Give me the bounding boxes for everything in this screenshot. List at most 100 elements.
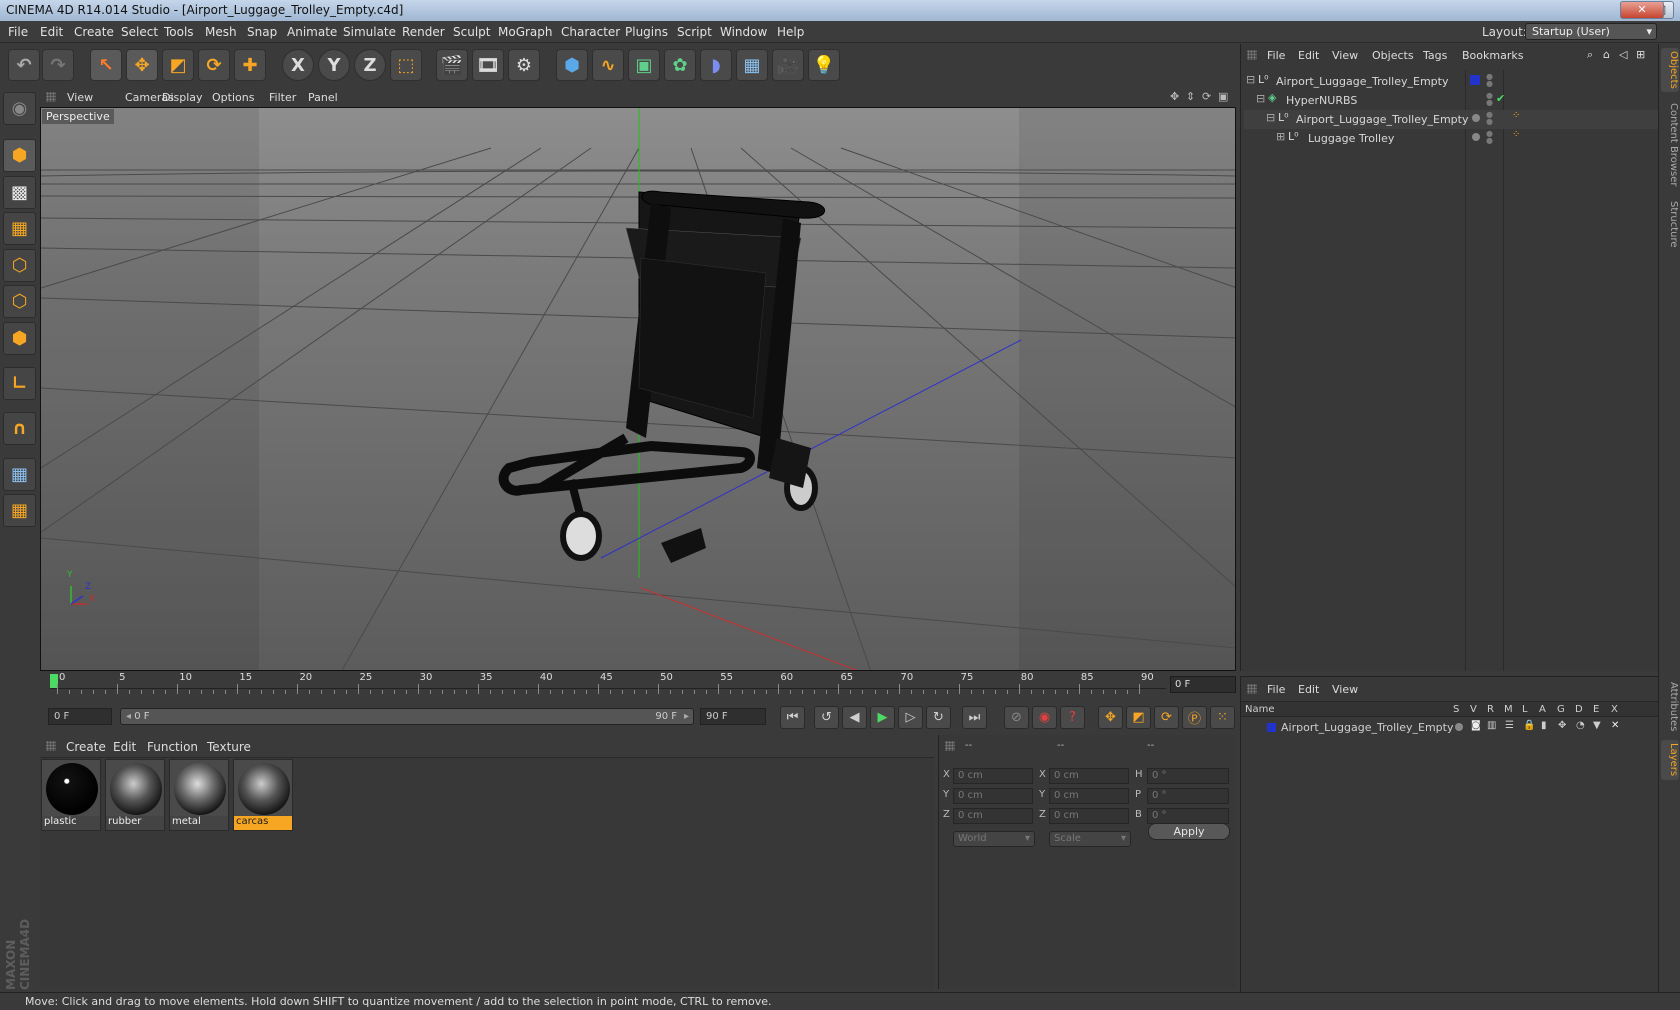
prev-frame-icon[interactable]: ◀ — [842, 706, 867, 729]
back-icon[interactable]: ◁ — [1619, 48, 1627, 61]
spline-icon[interactable]: ∿ — [592, 49, 624, 81]
texture-mode-icon[interactable]: ▩ — [3, 176, 36, 209]
layers-menu-file[interactable]: File — [1267, 683, 1285, 696]
column-animation[interactable]: A — [1539, 704, 1546, 715]
column-xref[interactable]: X — [1611, 704, 1618, 715]
render-toggle-icon[interactable]: ▥ — [1487, 720, 1496, 731]
light-icon[interactable]: 💡 — [808, 49, 840, 81]
menu-help[interactable]: Help — [777, 25, 804, 39]
next-frame-icon[interactable]: ▷ — [898, 706, 923, 729]
position-y-field[interactable]: 0 cm — [953, 788, 1033, 804]
column-expressions[interactable]: E — [1593, 704, 1599, 715]
menu-character[interactable]: Character — [561, 25, 620, 39]
material-menu-create[interactable]: Create — [66, 740, 106, 754]
axis-icon[interactable]: ∟ — [3, 367, 36, 400]
object-row-luggage-trolley[interactable]: ⊞ L⁰ Luggage Trolley ● ● ⁘ — [1244, 129, 1658, 148]
menu-render[interactable]: Render — [402, 25, 445, 39]
column-generators[interactable]: G — [1557, 704, 1565, 715]
camera-icon[interactable]: 🎥 — [772, 49, 804, 81]
column-deformers[interactable]: D — [1575, 704, 1583, 715]
viewport-zoom-icon[interactable]: ⇕ — [1186, 90, 1195, 103]
menu-select[interactable]: Select — [121, 25, 158, 39]
key-pla-icon[interactable]: ⁙ — [1210, 706, 1235, 729]
column-locked[interactable]: L — [1522, 704, 1528, 715]
menu-animate[interactable]: Animate — [287, 25, 337, 39]
viewport-move-icon[interactable]: ✥ — [1170, 90, 1179, 103]
objects-menu-objects[interactable]: Objects — [1372, 49, 1414, 62]
collapse-icon[interactable]: ⊟ — [1266, 111, 1275, 124]
snap-lock-icon[interactable]: ▦ — [3, 458, 36, 491]
column-manager[interactable]: M — [1504, 704, 1513, 715]
layout-dropdown[interactable]: Startup (User) ▾ — [1525, 23, 1657, 40]
viewport-menu-view[interactable]: View — [67, 91, 93, 104]
collapse-icon[interactable]: ⊟ — [1256, 92, 1265, 105]
layers-menu-edit[interactable]: Edit — [1298, 683, 1319, 696]
close-button[interactable]: ✕ — [1620, 1, 1664, 19]
material-tag-icon[interactable]: ⁘ — [1512, 129, 1520, 140]
tab-structure[interactable]: Structure — [1661, 196, 1679, 252]
solo-toggle-icon[interactable] — [1455, 723, 1463, 731]
viewport-menu-options[interactable]: Options — [212, 91, 254, 104]
expand-icon[interactable]: ⊞ — [1276, 130, 1285, 143]
render-view-icon[interactable]: 🎬 — [436, 49, 468, 81]
objects-menu-file[interactable]: File — [1267, 49, 1285, 62]
make-editable-icon[interactable]: ◉ — [3, 92, 36, 125]
current-frame-field[interactable]: 0 F — [1170, 676, 1236, 693]
menu-create[interactable]: Create — [74, 25, 114, 39]
visibility-dots[interactable]: ● ● — [1486, 130, 1493, 145]
objects-menu-tags[interactable]: Tags — [1423, 49, 1447, 62]
position-z-field[interactable]: 0 cm — [953, 808, 1033, 824]
rotation-b-field[interactable]: 0 ° — [1147, 808, 1229, 824]
keyframe-help-icon[interactable]: ? — [1060, 706, 1085, 729]
size-z-field[interactable]: 0 cm — [1049, 808, 1129, 824]
x-axis-icon[interactable]: X — [282, 49, 314, 81]
z-axis-icon[interactable]: Z — [354, 49, 386, 81]
expression-toggle-icon[interactable]: ▼ — [1593, 720, 1601, 731]
column-solo[interactable]: S — [1453, 704, 1459, 715]
model-mode-icon[interactable]: ⬢ — [3, 139, 36, 172]
column-view[interactable]: V — [1470, 704, 1477, 715]
menu-sculpt[interactable]: Sculpt — [453, 25, 490, 39]
menu-window[interactable]: Window — [720, 25, 767, 39]
frame-range-slider[interactable]: ◂ 0 F 90 F ▸ — [120, 708, 694, 725]
timeline-ruler[interactable]: 0 5 10 15 20 25 30 35 40 45 50 55 60 65 70 75 80 85 90 — [40, 672, 1236, 700]
prev-key-icon[interactable]: ↺ — [814, 706, 839, 729]
search-icon[interactable]: ⌕ — [1587, 48, 1593, 62]
rotate-icon[interactable]: ⟳ — [198, 49, 230, 81]
undo-icon[interactable]: ↶ — [8, 49, 40, 81]
objects-menu-bookmarks[interactable]: Bookmarks — [1462, 49, 1523, 62]
object-row-trolley-empty[interactable]: ⊟ L⁰ Airport_Luggage_Trolley_Empty ● ● ⁘ — [1244, 110, 1658, 129]
size-x-field[interactable]: 0 cm — [1049, 768, 1129, 784]
size-y-field[interactable]: 0 cm — [1049, 788, 1129, 804]
tab-layers[interactable]: Layers — [1661, 740, 1679, 780]
material-swatch-rubber[interactable]: rubber — [105, 759, 165, 831]
edges-mode-icon[interactable]: ⬡ — [3, 285, 36, 318]
viewport-maximize-icon[interactable]: ▣ — [1218, 90, 1228, 103]
3d-viewport[interactable]: Y X Z — [40, 107, 1236, 671]
object-row-hypernurbs[interactable]: ⊟ ◈ HyperNURBS ● ● ✔ — [1244, 91, 1658, 110]
goto-end-icon[interactable]: ⏭ — [962, 706, 987, 729]
menu-tools[interactable]: Tools — [164, 25, 194, 39]
generator-toggle-icon[interactable]: ✥ — [1558, 720, 1566, 731]
key-rotation-icon[interactable]: ⟳ — [1154, 706, 1179, 729]
polygons-mode-icon[interactable]: ⬢ — [3, 322, 36, 355]
autokey-icon[interactable]: ◉ — [1032, 706, 1057, 729]
live-selection-icon[interactable]: ↖ — [90, 49, 122, 81]
nurbs-icon[interactable]: ▣ — [628, 49, 660, 81]
workplane-icon[interactable]: ▦ — [3, 212, 36, 245]
new-window-icon[interactable]: ⊞ — [1636, 48, 1645, 61]
material-swatch-plastic[interactable]: plastic — [41, 759, 101, 831]
home-icon[interactable]: ⌂ — [1603, 48, 1610, 61]
scale-icon[interactable]: ◩ — [162, 49, 194, 81]
material-menu-texture[interactable]: Texture — [207, 740, 251, 754]
animation-toggle-icon[interactable]: ▮ — [1541, 720, 1547, 731]
tab-content-browser[interactable]: Content Browser — [1661, 100, 1679, 190]
menu-file[interactable]: File — [8, 25, 28, 39]
material-tag-icon[interactable]: ⁘ — [1512, 110, 1520, 121]
menu-mograph[interactable]: MoGraph — [498, 25, 553, 39]
tab-objects[interactable]: Objects — [1661, 48, 1679, 92]
cube-icon[interactable]: ⬢ — [556, 49, 588, 81]
view-toggle-icon[interactable]: ◙ — [1471, 720, 1481, 731]
column-render[interactable]: R — [1487, 704, 1494, 715]
coordinate-system-icon[interactable]: ⬚ — [390, 49, 422, 81]
